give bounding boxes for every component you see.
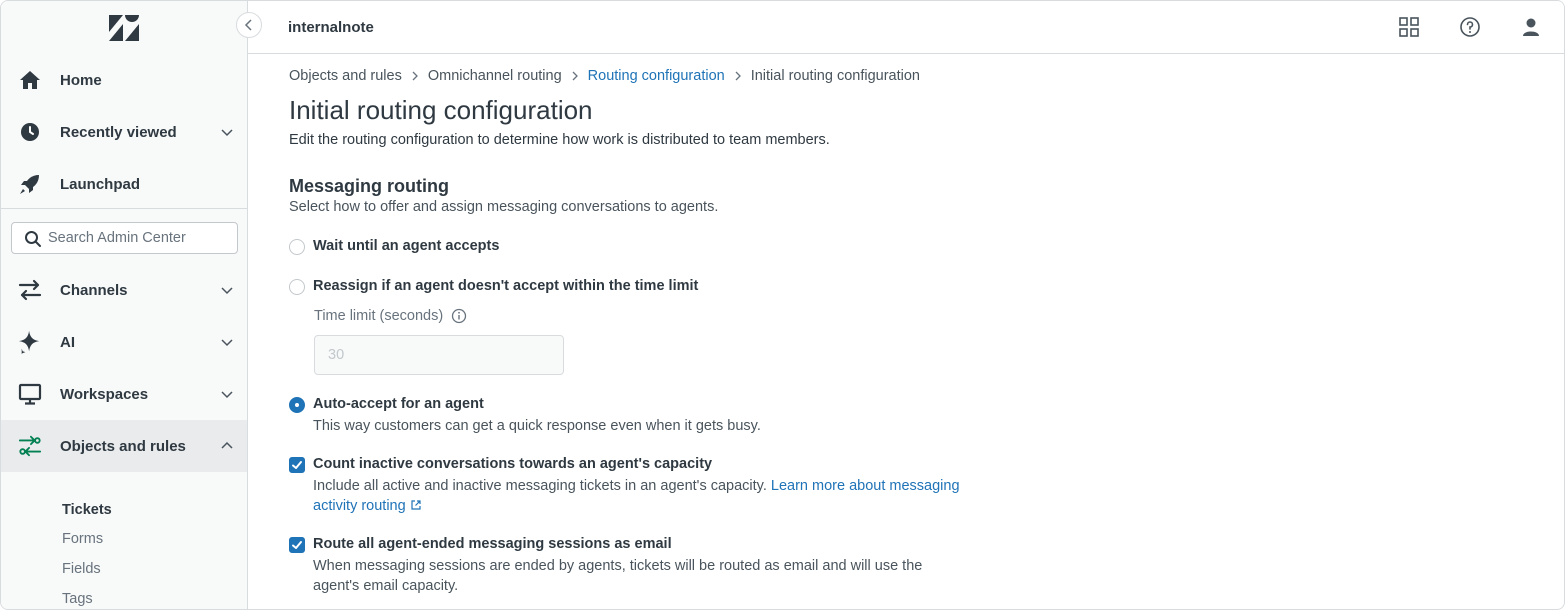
radio-reassign-time-limit[interactable] [289,279,305,295]
chevron-right-icon [412,71,418,81]
subnav-item-tags[interactable]: Tags [62,591,93,607]
chevron-right-icon [735,71,741,81]
subnav-item-forms[interactable]: Forms [62,531,103,547]
sidebar-item-label: Recently viewed [60,123,177,141]
time-limit-label: Time limit (seconds) [314,308,467,324]
page-title: Initial routing configuration [289,95,593,125]
collapse-sidebar-button[interactable] [236,12,262,38]
chevron-up-icon [221,441,233,449]
breadcrumb-omnichannel-routing[interactable]: Omnichannel routing [428,68,562,84]
top-header: internalnote [248,1,1564,54]
zendesk-logo[interactable] [109,15,139,41]
chevron-down-icon [221,339,233,347]
option-label: Wait until an agent accepts [313,238,500,254]
sidebar-item-objects-and-rules[interactable]: Objects and rules [1,420,247,472]
subnav-item-fields[interactable]: Fields [62,561,101,577]
chevron-left-icon [244,19,252,31]
clock-icon [18,120,42,144]
sidebar-item-channels[interactable]: Channels [1,264,247,316]
subnav-item-tickets[interactable]: Tickets [62,502,112,518]
sidebar-item-label: Home [60,71,102,89]
workspace-name: internalnote [288,19,374,36]
checkbox-count-inactive[interactable] [289,457,305,473]
sidebar-item-home[interactable]: Home [1,54,247,106]
time-limit-label-text: Time limit (seconds) [314,308,444,324]
breadcrumb-objects-and-rules[interactable]: Objects and rules [289,68,402,84]
radio-auto-accept[interactable] [289,397,305,413]
chevron-down-icon [221,391,233,399]
chevron-right-icon [572,71,578,81]
app-window: Home Recently viewed Launchpad Search Ad… [0,0,1565,610]
sidebar-item-workspaces[interactable]: Workspaces [1,368,247,420]
option-label: Reassign if an agent doesn't accept with… [313,278,699,294]
sidebar-item-label: Channels [60,281,128,299]
option-description: This way customers can get a quick respo… [313,418,761,434]
sidebar-item-label: AI [60,333,75,351]
option-description: When messaging sessions are ended by age… [313,558,923,594]
breadcrumb-routing-configuration[interactable]: Routing configuration [588,68,725,84]
chevron-down-icon [221,129,233,137]
option-description: Include all active and inactive messagin… [313,476,973,516]
radio-wait-until-accept[interactable] [289,239,305,255]
sidebar-item-launchpad[interactable]: Launchpad [1,158,247,210]
sidebar-divider [1,208,247,209]
rocket-icon [18,172,42,196]
option-label: Count inactive conversations towards an … [313,456,713,472]
sidebar-item-ai[interactable]: AI [1,316,247,368]
external-link-icon [411,500,421,510]
time-limit-input[interactable] [314,335,564,375]
user-profile-icon[interactable] [1520,16,1542,38]
search-icon [25,231,41,247]
ai-sparkle-icon [18,330,42,354]
sidebar: Home Recently viewed Launchpad Search Ad… [1,1,248,609]
sidebar-item-label: Workspaces [60,385,149,403]
checkmark-icon [292,461,302,469]
info-icon[interactable] [451,308,467,324]
chevron-down-icon [221,287,233,295]
sidebar-item-label: Objects and rules [60,437,186,455]
products-grid-icon[interactable] [1398,16,1420,38]
search-admin-center[interactable] [11,222,238,254]
breadcrumb: Objects and rules Omnichannel routing Ro… [289,68,920,84]
option-label: Auto-accept for an agent [313,396,484,412]
objects-rules-icon [18,434,42,458]
search-input[interactable] [48,228,228,248]
monitor-icon [18,382,42,406]
breadcrumb-current: Initial routing configuration [750,68,920,84]
option-description-text: Include all active and inactive messagin… [313,478,767,494]
help-icon[interactable] [1459,16,1481,38]
home-icon [18,68,42,92]
checkmark-icon [292,541,302,549]
checkbox-route-as-email[interactable] [289,537,305,553]
channels-icon [18,278,42,302]
page-description: Edit the routing configuration to determ… [289,132,830,148]
sidebar-item-recently-viewed[interactable]: Recently viewed [1,106,247,158]
section-title: Messaging routing [289,176,450,196]
sidebar-item-label: Launchpad [60,175,141,193]
section-description: Select how to offer and assign messaging… [289,199,719,215]
option-label: Route all agent-ended messaging sessions… [313,536,672,552]
